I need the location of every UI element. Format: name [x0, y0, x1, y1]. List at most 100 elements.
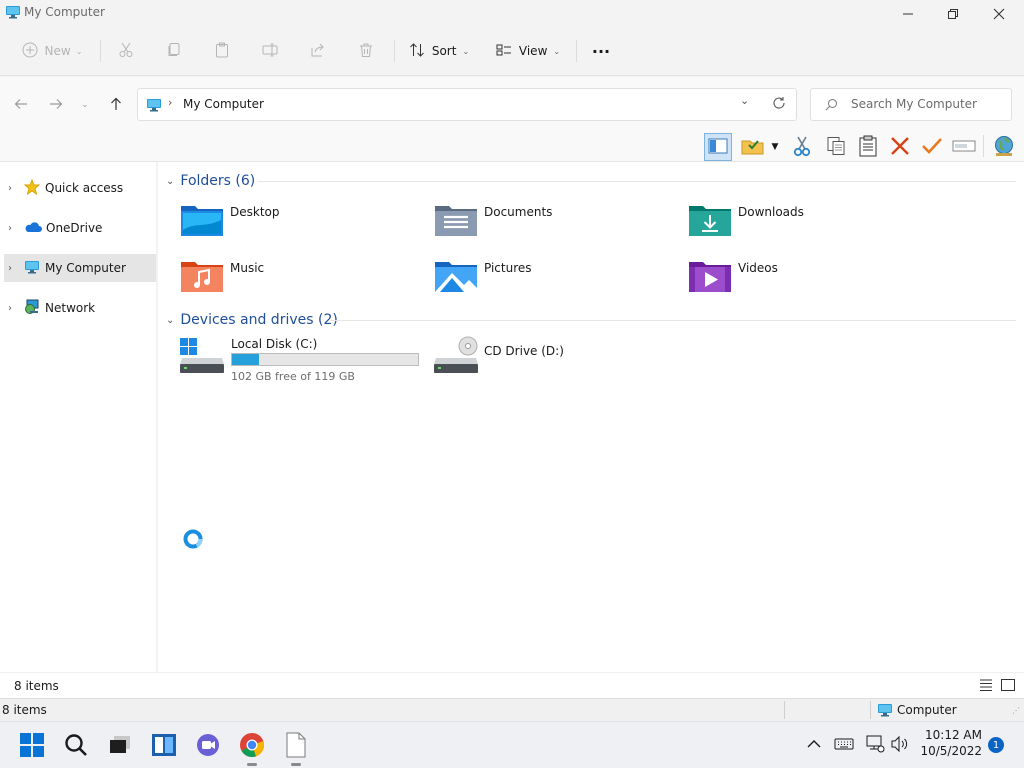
start-button[interactable] — [14, 728, 50, 764]
nav-item-label: My Computer — [45, 261, 126, 275]
group-devices[interactable]: ⌄ Devices and drives (2) — [158, 310, 338, 330]
drive-d[interactable]: CD Drive (D:) — [434, 336, 664, 384]
folder-downloads[interactable]: Downloads — [688, 202, 918, 246]
rename-icon — [262, 42, 278, 61]
nav-item-label: Quick access — [45, 181, 124, 195]
sort-button[interactable]: Sort ⌄ — [404, 36, 474, 66]
zone-label: Computer — [897, 703, 957, 717]
task-view-button[interactable] — [102, 728, 138, 764]
checkmark-icon — [921, 136, 943, 159]
chevron-down-icon[interactable]: ⌄ — [166, 176, 174, 187]
search-box[interactable]: Search My Computer — [810, 88, 1012, 121]
new-button[interactable]: New ⌄ — [14, 36, 90, 66]
notepad-button[interactable] — [278, 728, 314, 764]
widgets-icon — [151, 733, 177, 760]
nav-item-quick-access[interactable]: › Quick access — [4, 174, 156, 202]
network-status-icon[interactable] — [865, 735, 885, 756]
legacy-paste-button[interactable] — [854, 133, 882, 161]
up-button[interactable] — [104, 93, 128, 117]
folder-music[interactable]: Music — [180, 258, 410, 302]
legacy-cut-button[interactable] — [788, 133, 816, 161]
legacy-delete-button[interactable] — [886, 133, 914, 161]
share-button[interactable] — [304, 36, 332, 66]
resize-grip-icon[interactable]: ⋰ — [1012, 706, 1020, 715]
document-icon — [285, 732, 307, 761]
folder-label: Pictures — [484, 261, 532, 275]
globe-icon — [992, 135, 1016, 160]
chevron-right-icon[interactable]: › — [8, 183, 12, 194]
recent-locations-button[interactable]: ⌄ — [74, 93, 96, 117]
new-label: New — [44, 44, 71, 58]
chat-button[interactable] — [190, 728, 226, 764]
taskbar: 10:12 AM 10/5/2022 1 — [0, 721, 1024, 768]
network-icon — [24, 299, 40, 318]
back-button[interactable] — [9, 93, 33, 117]
running-indicator — [291, 763, 301, 766]
more-icon: ··· — [591, 41, 611, 61]
show-hidden-icons-button[interactable] — [806, 736, 822, 755]
folder-label: Documents — [484, 205, 553, 219]
navigation-pane: › Quick access › OneDrive › My Computer … — [0, 162, 156, 672]
paste-button[interactable] — [208, 36, 236, 66]
sort-label: Sort — [431, 44, 457, 58]
forward-button[interactable] — [44, 93, 68, 117]
restore-button[interactable] — [930, 0, 976, 28]
volume-icon[interactable] — [890, 735, 910, 756]
legacy-properties-button[interactable] — [918, 133, 946, 161]
chevron-right-icon[interactable]: › — [8, 303, 12, 314]
folder-options-button[interactable] — [740, 133, 766, 161]
delete-button[interactable] — [352, 36, 380, 66]
folder-documents[interactable]: Documents — [434, 202, 664, 246]
close-button[interactable] — [976, 0, 1022, 28]
minimize-button[interactable] — [885, 0, 931, 28]
separator — [784, 701, 785, 719]
search-button[interactable] — [58, 728, 94, 764]
nav-item-my-computer[interactable]: › My Computer — [4, 254, 156, 282]
computer-icon — [5, 4, 21, 23]
large-icons-view-button[interactable] — [1000, 677, 1016, 696]
chevron-down-icon: ⌄ — [553, 46, 561, 56]
cloud-icon — [24, 220, 42, 237]
widgets-button[interactable] — [146, 728, 182, 764]
chrome-button[interactable] — [234, 728, 270, 764]
keyboard-icon[interactable] — [834, 736, 854, 755]
folder-desktop[interactable]: Desktop — [180, 202, 410, 246]
folder-options-dropdown[interactable]: ▼ — [768, 133, 782, 161]
search-placeholder[interactable]: Search My Computer — [851, 97, 977, 111]
group-header-label: Folders (6) — [180, 173, 256, 189]
trash-icon — [358, 42, 374, 61]
address-bar[interactable]: › My Computer ⌄ — [137, 88, 797, 121]
cut-button[interactable] — [112, 36, 140, 66]
legacy-rename-button[interactable] — [950, 133, 978, 161]
folder-videos[interactable]: Videos — [688, 258, 918, 302]
address-history-chevron-icon[interactable]: ⌄ — [740, 94, 749, 107]
sort-icon — [409, 42, 425, 61]
drive-c[interactable]: Local Disk (C:) 102 GB free of 119 GB — [180, 336, 420, 384]
breadcrumb[interactable]: My Computer — [183, 97, 264, 111]
chevron-down-icon[interactable]: ⌄ — [166, 315, 174, 326]
breadcrumb-chevron-icon[interactable]: › — [168, 96, 172, 109]
documents-folder-icon — [434, 202, 478, 241]
group-folders[interactable]: ⌄ Folders (6) — [158, 171, 255, 191]
cd-drive-icon — [434, 336, 478, 379]
chevron-right-icon[interactable]: › — [8, 263, 12, 274]
rename-button[interactable] — [256, 36, 284, 66]
folder-check-icon — [741, 136, 765, 159]
legacy-network-button[interactable] — [990, 133, 1018, 161]
clock[interactable]: 10:12 AM 10/5/2022 — [918, 728, 982, 758]
see-more-button[interactable]: ··· — [586, 36, 616, 66]
nav-item-onedrive[interactable]: › OneDrive — [4, 214, 156, 242]
preview-pane-button[interactable] — [704, 133, 732, 161]
copy-button[interactable] — [160, 36, 188, 66]
details-view-button[interactable] — [978, 677, 994, 696]
folder-pictures[interactable]: Pictures — [434, 258, 664, 302]
nav-item-network[interactable]: › Network — [4, 294, 156, 322]
drive-usage-fill — [232, 354, 259, 365]
chevron-right-icon[interactable]: › — [8, 223, 12, 234]
refresh-icon[interactable] — [772, 96, 786, 113]
legacy-copy-button[interactable] — [822, 133, 850, 161]
scissors-icon — [118, 42, 134, 61]
drive-label: CD Drive (D:) — [484, 344, 564, 358]
notification-badge[interactable]: 1 — [988, 737, 1004, 753]
view-button[interactable]: View ⌄ — [490, 36, 566, 66]
